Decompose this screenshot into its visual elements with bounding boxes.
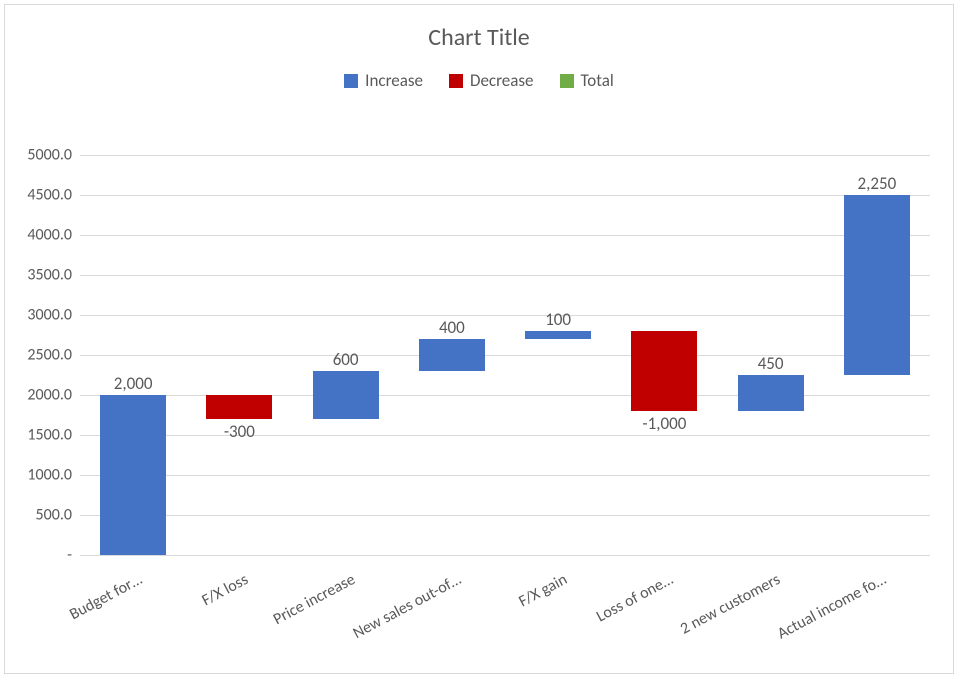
x-axis-labels: Budget for…F/X lossPrice increaseNew sal… bbox=[80, 557, 930, 677]
y-tick-label: 4500.0 bbox=[27, 186, 80, 205]
bar-data-label: 2,000 bbox=[114, 373, 153, 394]
legend-swatch-increase bbox=[344, 74, 358, 88]
legend: Increase Decrease Total bbox=[5, 70, 953, 91]
x-tick-label: Price increase bbox=[270, 570, 358, 629]
bar-data-label: 2,250 bbox=[858, 173, 897, 194]
legend-label-increase: Increase bbox=[365, 70, 423, 91]
plot-area: -500.01000.01500.02000.02500.03000.03500… bbox=[80, 155, 930, 555]
y-tick-label: 3500.0 bbox=[27, 266, 80, 285]
x-tick-label: Actual income fo… bbox=[774, 570, 889, 643]
y-tick-label: 3000.0 bbox=[27, 306, 80, 325]
x-tick-label: Loss of one… bbox=[594, 570, 677, 626]
y-tick-label: 1500.0 bbox=[27, 426, 80, 445]
x-tick-label: F/X gain bbox=[516, 570, 571, 611]
y-tick-label: 1000.0 bbox=[27, 466, 80, 485]
y-tick-label: 500.0 bbox=[36, 506, 80, 525]
gridline bbox=[80, 475, 930, 476]
x-tick-label: New sales out-of… bbox=[350, 570, 465, 643]
chart-title: Chart Title bbox=[5, 23, 953, 52]
gridline bbox=[80, 435, 930, 436]
y-tick-label: 2500.0 bbox=[27, 346, 80, 365]
y-tick-label: 2000.0 bbox=[27, 386, 80, 405]
x-tick-label: Budget for… bbox=[67, 570, 146, 624]
bar-data-label: -300 bbox=[224, 421, 255, 442]
chart-frame: Chart Title Increase Decrease Total -500… bbox=[4, 4, 954, 674]
gridline bbox=[80, 315, 930, 316]
gridline bbox=[80, 155, 930, 156]
x-tick-label: 2 new customers bbox=[677, 570, 783, 639]
waterfall-bar bbox=[100, 395, 166, 555]
waterfall-bar bbox=[313, 371, 379, 419]
legend-item-decrease: Decrease bbox=[449, 70, 534, 91]
gridline bbox=[80, 195, 930, 196]
legend-swatch-decrease bbox=[449, 74, 463, 88]
bar-data-label: 600 bbox=[333, 349, 359, 370]
gridline bbox=[80, 235, 930, 236]
waterfall-bar bbox=[738, 375, 804, 411]
gridline bbox=[80, 355, 930, 356]
y-tick-label: 5000.0 bbox=[27, 146, 80, 165]
legend-label-total: Total bbox=[581, 70, 614, 91]
bar-data-label: 450 bbox=[758, 353, 784, 374]
waterfall-bar bbox=[206, 395, 272, 419]
legend-item-increase: Increase bbox=[344, 70, 423, 91]
y-tick-label: 4000.0 bbox=[27, 226, 80, 245]
bar-data-label: 100 bbox=[545, 309, 571, 330]
legend-swatch-total bbox=[560, 74, 574, 88]
gridline bbox=[80, 515, 930, 516]
waterfall-bar bbox=[525, 331, 591, 339]
legend-label-decrease: Decrease bbox=[470, 70, 534, 91]
waterfall-bar bbox=[844, 195, 910, 375]
waterfall-bar bbox=[419, 339, 485, 371]
bar-data-label: -1,000 bbox=[642, 413, 686, 434]
gridline bbox=[80, 275, 930, 276]
bar-data-label: 400 bbox=[439, 317, 465, 338]
gridline bbox=[80, 555, 930, 556]
x-tick-label: F/X loss bbox=[199, 570, 252, 610]
y-tick-label: - bbox=[67, 546, 80, 565]
legend-item-total: Total bbox=[560, 70, 614, 91]
waterfall-bar bbox=[631, 331, 697, 411]
